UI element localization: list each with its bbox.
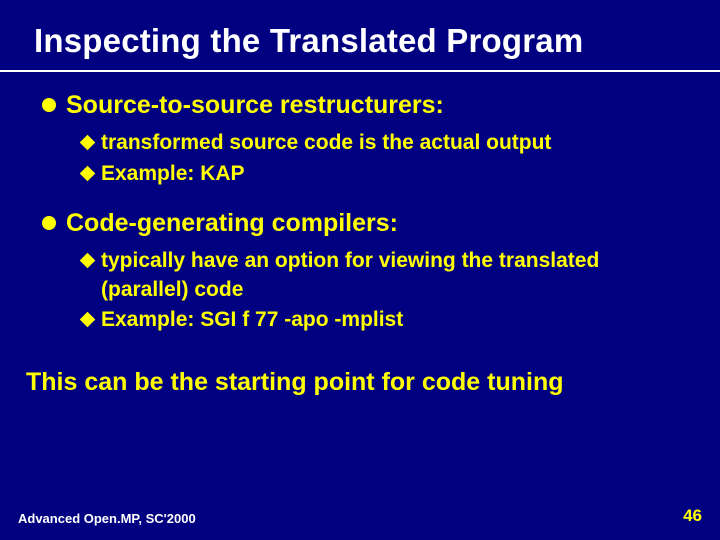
section-1-sub-2: Example: KAP [82, 160, 680, 188]
bullet-dot-icon [42, 216, 56, 230]
bullet-diamond-icon [80, 253, 96, 269]
page-number: 46 [683, 506, 702, 526]
bullet-diamond-icon [80, 312, 96, 328]
bullet-dot-icon [42, 98, 56, 112]
section-1-subs: transformed source code is the actual ou… [40, 121, 680, 188]
section-1-sub-1-text: transformed source code is the actual ou… [101, 129, 551, 157]
section-2-head-text: Code-generating compilers: [66, 208, 398, 239]
section-2-subs: typically have an option for viewing the… [40, 239, 680, 334]
tail-text: This can be the starting point for code … [0, 354, 720, 397]
section-1-head-text: Source-to-source restructurers: [66, 90, 444, 121]
footer-left: Advanced Open.MP, SC'2000 [18, 511, 196, 526]
section-2-sub-1-text: typically have an option for viewing the… [101, 247, 680, 304]
bullet-diamond-icon [80, 165, 96, 181]
section-2-sub-2-text: Example: SGI f 77 -apo -mplist [101, 306, 403, 334]
section-1-sub-2-text: Example: KAP [101, 160, 245, 188]
section-1: Source-to-source restructurers: transfor… [40, 90, 680, 188]
slide-content: Source-to-source restructurers: transfor… [0, 72, 720, 334]
bullet-diamond-icon [80, 135, 96, 151]
section-1-head: Source-to-source restructurers: [40, 90, 680, 121]
section-2-sub-2: Example: SGI f 77 -apo -mplist [82, 306, 680, 334]
section-2: Code-generating compilers: typically hav… [40, 208, 680, 334]
section-2-sub-1: typically have an option for viewing the… [82, 247, 680, 304]
section-2-head: Code-generating compilers: [40, 208, 680, 239]
section-1-sub-1: transformed source code is the actual ou… [82, 129, 680, 157]
slide-title: Inspecting the Translated Program [0, 0, 720, 66]
